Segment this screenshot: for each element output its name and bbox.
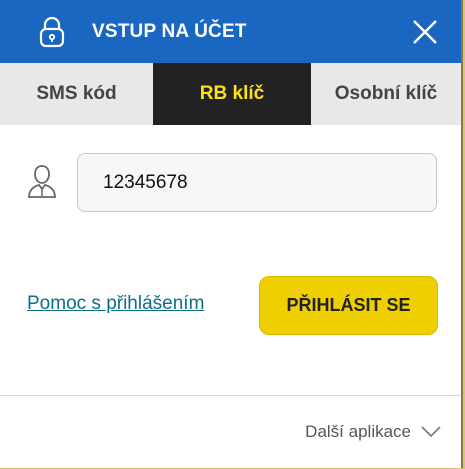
footer: Další aplikace: [0, 395, 461, 469]
dialog-title: VSTUP NA ÚČET: [92, 21, 247, 42]
more-apps-toggle[interactable]: Další aplikace: [305, 422, 441, 442]
user-icon: [28, 165, 56, 198]
login-method-tabs: SMS kód RB klíč Osobní klíč: [0, 63, 461, 125]
login-help-link[interactable]: Pomoc s přihlášením: [27, 293, 204, 315]
login-header: VSTUP NA ÚČET: [0, 0, 461, 63]
more-apps-label: Další aplikace: [305, 422, 411, 441]
login-panel: VSTUP NA ÚČET SMS kód RB klíč Osobní klí…: [0, 0, 463, 468]
login-form: Pomoc s přihlášením PŘIHLÁSIT SE: [0, 125, 461, 395]
tab-personal-key[interactable]: Osobní klíč: [311, 63, 461, 125]
tab-sms-code[interactable]: SMS kód: [0, 63, 153, 125]
login-button[interactable]: PŘIHLÁSIT SE: [259, 276, 438, 335]
username-input[interactable]: [77, 153, 437, 212]
chevron-down-icon: [421, 426, 441, 438]
tab-rb-key[interactable]: RB klíč: [153, 63, 311, 125]
lock-icon: [39, 16, 65, 48]
close-icon[interactable]: [411, 18, 439, 46]
